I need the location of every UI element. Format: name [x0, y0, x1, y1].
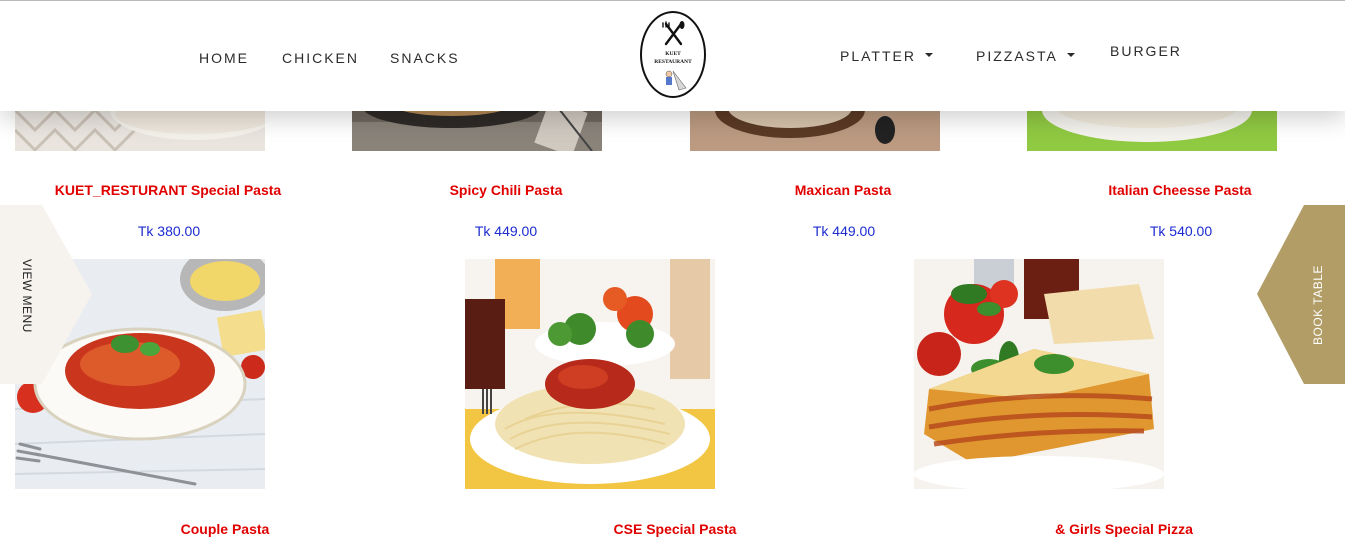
dish-name[interactable]: & Girls Special Pizza [974, 521, 1274, 537]
dish-name[interactable]: Maxican Pasta [693, 182, 993, 198]
nav-home[interactable]: HOME [199, 50, 249, 66]
dish-name[interactable]: CSE Special Pasta [525, 521, 825, 537]
dish-image-cse-special-pasta[interactable] [465, 259, 715, 489]
view-menu-label: VIEW MENU [20, 259, 34, 333]
restaurant-logo[interactable]: KUET RESTAURANT [640, 11, 706, 98]
logo-text-kuet: KUET [665, 51, 681, 57]
dish-name[interactable]: Couple Pasta [75, 521, 375, 537]
nav-platter-label: PLATTER [840, 48, 916, 64]
nav-snacks[interactable]: SNACKS [390, 50, 460, 66]
nav-burger[interactable]: BURGER [1110, 43, 1182, 59]
dish-price: Tk 449.00 [474, 223, 538, 239]
book-table-tab[interactable]: BOOK TABLE [1257, 205, 1345, 384]
view-menu-tab[interactable]: VIEW MENU [0, 205, 92, 384]
fork-knife-icon [662, 21, 685, 46]
chevron-down-icon [1066, 53, 1075, 58]
book-table-label: BOOK TABLE [1311, 265, 1325, 345]
dish-price: Tk 540.00 [1149, 223, 1213, 239]
nav-pizzasta-label: PIZZASTA [976, 48, 1058, 64]
dish-name[interactable]: Spicy Chili Pasta [356, 182, 656, 198]
chevron-down-icon [924, 53, 933, 58]
nav-pizzasta[interactable]: PIZZASTA [976, 48, 1075, 64]
main-navbar: HOME CHICKEN SNACKS KUET RESTAURANT PLAT… [0, 1, 1345, 111]
nav-chicken[interactable]: CHICKEN [282, 50, 359, 66]
nav-platter[interactable]: PLATTER [840, 48, 933, 64]
top-border [0, 0, 1345, 1]
dish-price: Tk 380.00 [137, 223, 201, 239]
dish-name[interactable]: KUET_RESTURANT Special Pasta [18, 182, 318, 198]
dish-price: Tk 449.00 [812, 223, 876, 239]
dish-image-girls-special-pizza[interactable] [914, 259, 1164, 489]
logo-text-restaurant: RESTAURANT [654, 59, 692, 65]
dish-name[interactable]: Italian Cheesse Pasta [1030, 182, 1330, 198]
